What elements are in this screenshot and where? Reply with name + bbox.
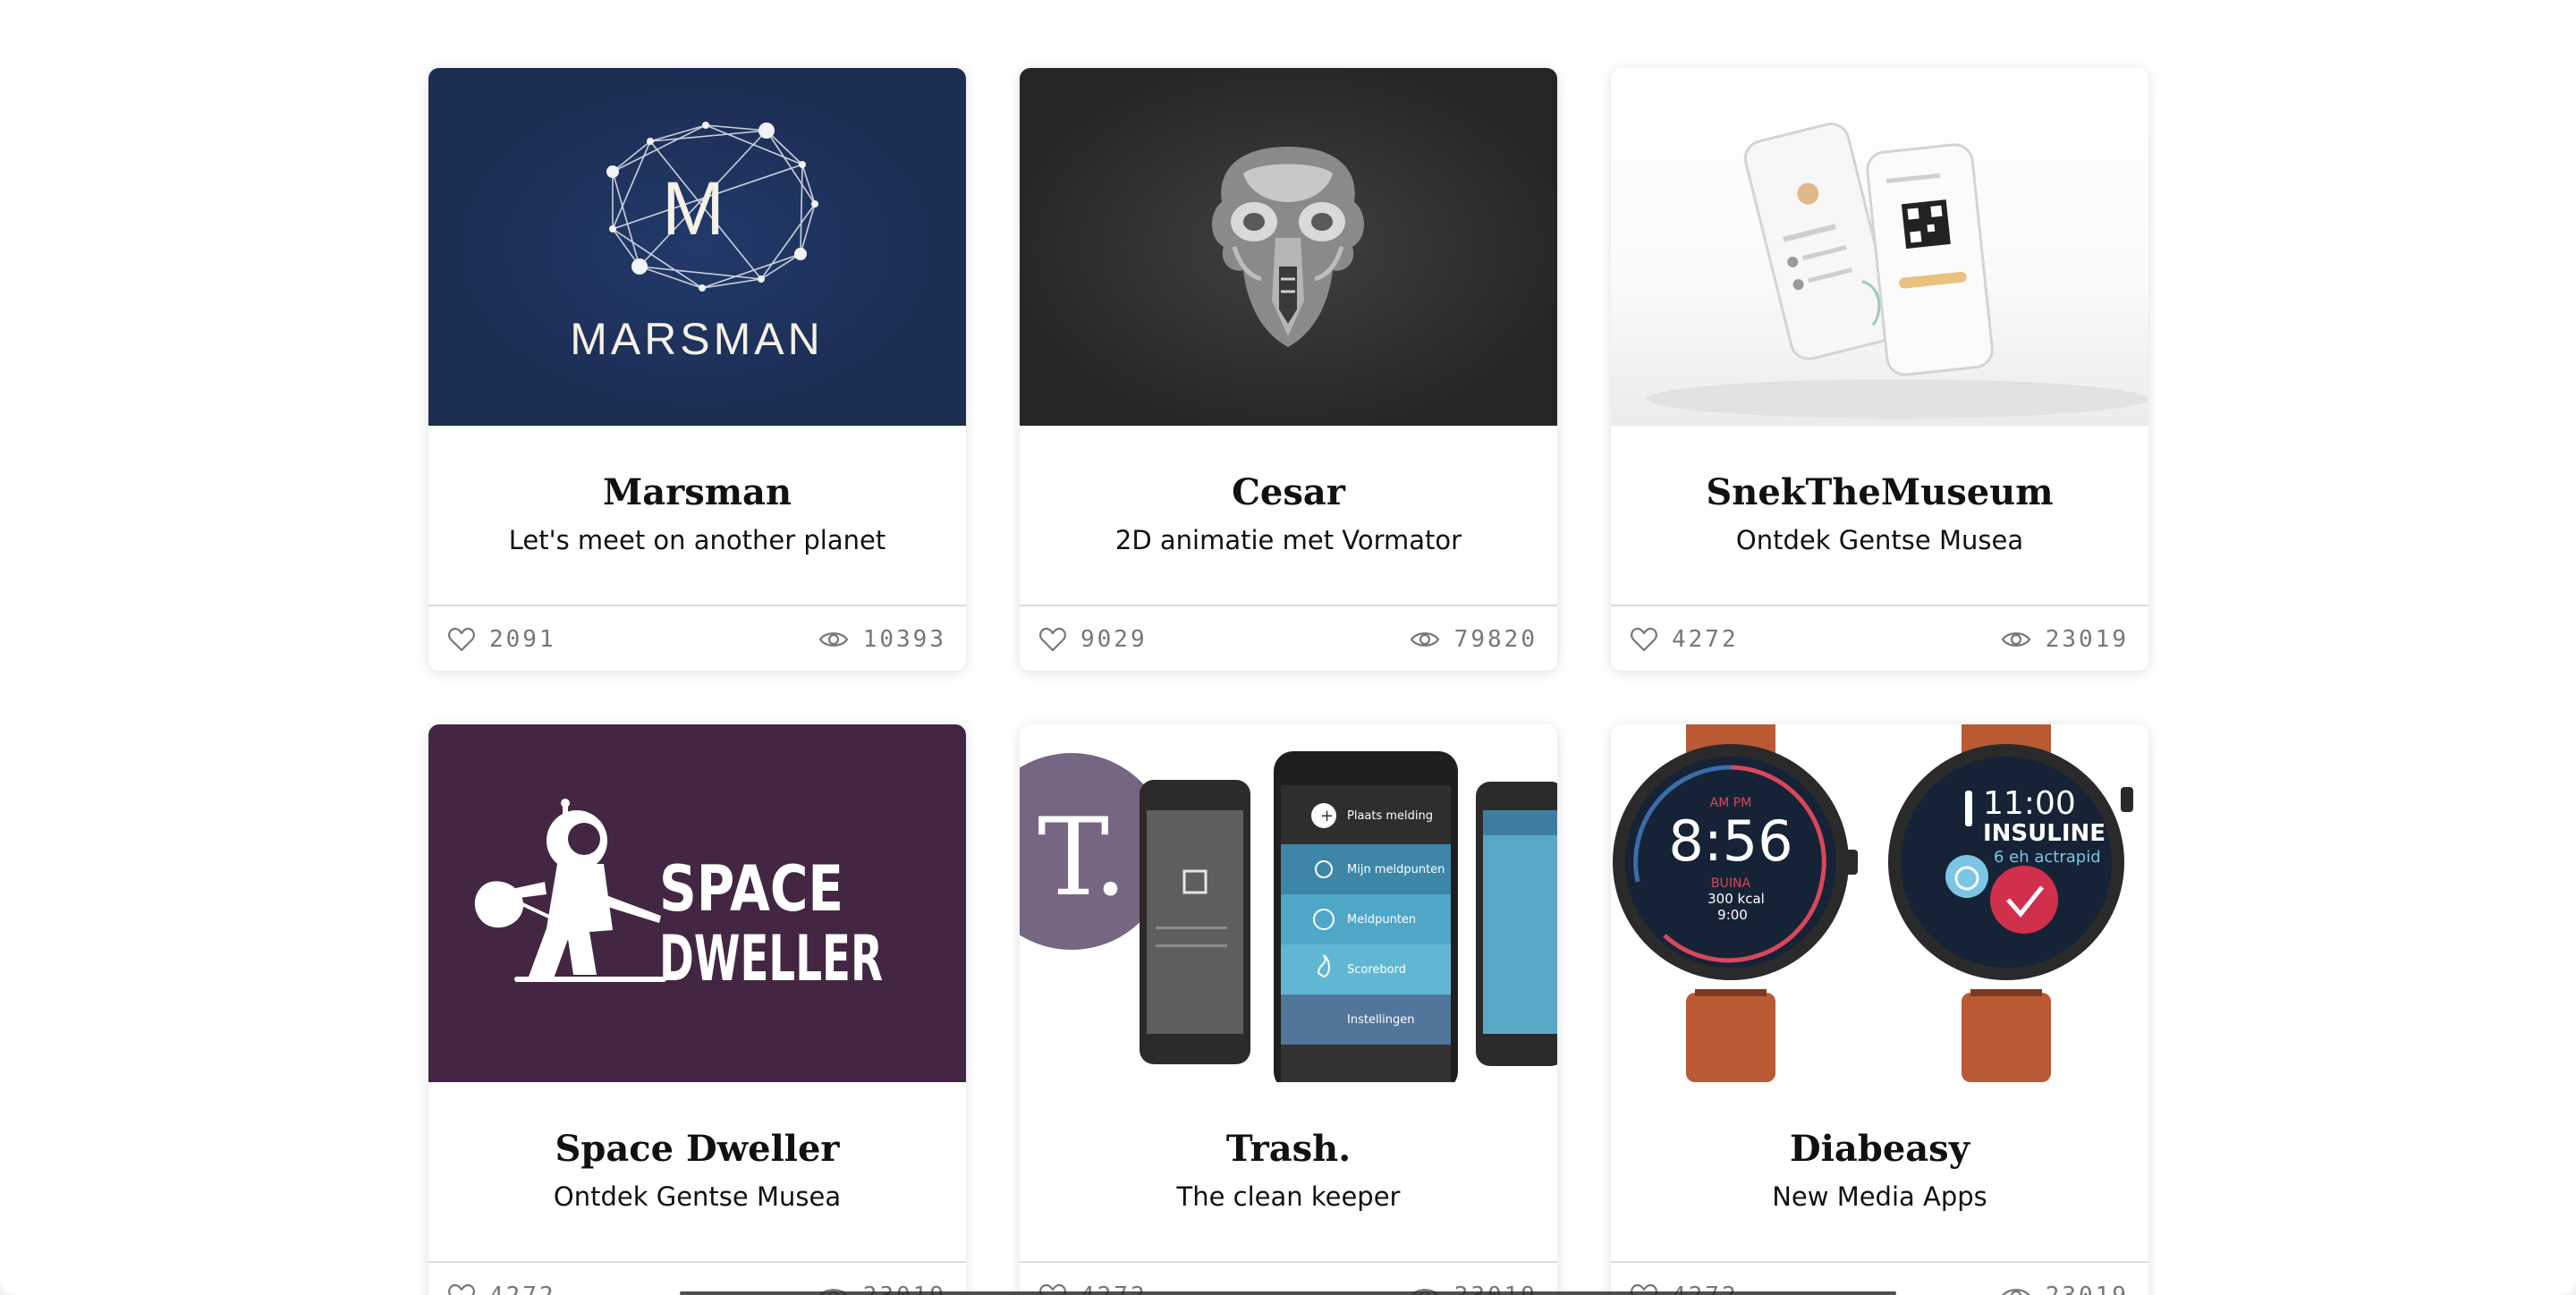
card-stats: 4272 23019 — [1611, 605, 2148, 671]
space-dweller-wordmark-2: DWELLER — [659, 922, 883, 995]
card-stats: 9029 79820 — [1020, 605, 1557, 671]
card-stats: 4272 23019 — [1020, 1261, 1557, 1295]
card-title[interactable]: Diabeasy — [1611, 1082, 2148, 1172]
space-dweller-wordmark-1: SPACE — [659, 852, 843, 926]
trash-logo-letter: T. — [1038, 796, 1128, 920]
heart-icon — [448, 1283, 475, 1295]
heart-icon — [1631, 627, 1657, 652]
horizontal-scrollbar[interactable] — [680, 1291, 1896, 1295]
heart-icon — [1039, 627, 1066, 652]
view-count-value: 79820 — [1453, 626, 1538, 653]
watch-left-kcal: 300 kcal — [1707, 891, 1765, 907]
project-image[interactable]: AM PM 8:56 BUINA 300 kcal 9:00 11:00 INS… — [1611, 724, 2148, 1082]
watch-right-label: INSULINE — [1983, 820, 2106, 847]
trash-app-mockup: T. + Plaats melding Mijn meldpunten Meld… — [1020, 751, 1557, 1082]
view-count-value: 23019 — [2046, 1282, 2129, 1295]
eye-icon — [2002, 1289, 2030, 1295]
project-grid: M MARSMAN Marsman Let's meet on another … — [428, 68, 2148, 1295]
like-count-value: 4272 — [489, 1282, 556, 1295]
trash-menu-item-3: Meldpunten — [1347, 913, 1416, 927]
marsman-wordmark: MARSMAN — [570, 314, 824, 364]
eye-icon — [2001, 632, 2031, 647]
project-card-space-dweller[interactable]: SPACE DWELLER Space Dweller Ontdek Gents… — [428, 724, 966, 1295]
smartwatch-mockups: AM PM 8:56 BUINA 300 kcal 9:00 11:00 INS… — [1613, 724, 2133, 1082]
trash-menu-item-5: Instellingen — [1347, 1013, 1415, 1027]
card-stats: 4272 23019 — [428, 1261, 966, 1295]
svg-text:+: + — [1320, 807, 1334, 825]
watch-right-time: 11:00 — [1983, 785, 2076, 822]
card-subtitle: Ontdek Gentse Musea — [553, 1181, 842, 1212]
card-info: Diabeasy New Media Apps — [1611, 1082, 2148, 1261]
marsman-logo: M MARSMAN — [570, 122, 824, 364]
watch-left-label: BUINA — [1711, 876, 1750, 891]
card-subtitle: The clean keeper — [1176, 1181, 1401, 1212]
phone-mockups — [1647, 123, 2148, 419]
card-info: SnekTheMuseum Ontdek Gentse Musea — [1611, 426, 2148, 605]
project-image[interactable] — [1611, 68, 2148, 426]
project-card-diabeasy[interactable]: AM PM 8:56 BUINA 300 kcal 9:00 11:00 INS… — [1611, 724, 2148, 1295]
like-count[interactable]: 2091 — [448, 626, 556, 653]
card-info: Cesar 2D animatie met Vormator — [1020, 426, 1557, 605]
view-count: 79820 — [1410, 626, 1538, 653]
space-dweller-logo: SPACE DWELLER — [474, 799, 883, 995]
card-title[interactable]: Space Dweller — [428, 1082, 966, 1172]
card-stats: 4272 23019 — [1611, 1261, 2148, 1295]
card-stats: 2091 10393 — [428, 605, 966, 671]
card-info: Marsman Let's meet on another planet — [428, 426, 966, 605]
project-image[interactable] — [1020, 68, 1557, 426]
project-card-snekthemuseum[interactable]: SnekTheMuseum Ontdek Gentse Musea 4272 2… — [1611, 68, 2148, 671]
marsman-logo-letter: M — [662, 166, 724, 250]
heart-icon — [448, 627, 475, 652]
card-title[interactable]: Cesar — [1020, 426, 1557, 515]
card-info: Space Dweller Ontdek Gentse Musea — [428, 1082, 966, 1261]
view-count: 23019 — [2001, 626, 2129, 653]
trash-menu-item-2: Mijn meldpunten — [1347, 863, 1445, 876]
like-count[interactable]: 4272 — [1631, 626, 1739, 653]
watch-left-time: 8:56 — [1668, 808, 1792, 874]
trash-menu-item-4: Scorebord — [1347, 963, 1406, 977]
trash-menu-item-1: Plaats melding — [1347, 809, 1433, 823]
card-title[interactable]: SnekTheMuseum — [1611, 426, 2148, 515]
page: M MARSMAN Marsman Let's meet on another … — [0, 0, 2576, 1295]
card-title[interactable]: Trash. — [1020, 1082, 1557, 1172]
like-count-value: 9029 — [1080, 626, 1148, 653]
skull-illustration — [1212, 147, 1364, 347]
like-count-value: 4272 — [1672, 626, 1739, 653]
like-count-value: 2091 — [489, 626, 556, 653]
project-card-trash[interactable]: T. + Plaats melding Mijn meldpunten Meld… — [1020, 724, 1557, 1295]
eye-icon — [1410, 632, 1440, 647]
like-count[interactable]: 4272 — [448, 1282, 556, 1295]
card-subtitle: New Media Apps — [1772, 1181, 1987, 1212]
watch-right-dose: 6 eh actrapid — [1994, 848, 2101, 867]
view-count: 10393 — [818, 626, 946, 653]
eye-icon — [818, 632, 849, 647]
project-image[interactable]: M MARSMAN — [428, 68, 966, 426]
card-title[interactable]: Marsman — [428, 426, 966, 515]
project-card-marsman[interactable]: M MARSMAN Marsman Let's meet on another … — [428, 68, 966, 671]
project-image[interactable]: SPACE DWELLER — [428, 724, 966, 1082]
card-subtitle: Ontdek Gentse Musea — [1735, 525, 2024, 555]
card-subtitle: 2D animatie met Vormator — [1114, 525, 1462, 555]
watch-left-time2: 9:00 — [1717, 907, 1748, 923]
project-card-cesar[interactable]: Cesar 2D animatie met Vormator 9029 7982… — [1020, 68, 1557, 671]
view-count-value: 10393 — [862, 626, 946, 653]
view-count: 23019 — [2001, 1282, 2129, 1295]
like-count[interactable]: 9029 — [1039, 626, 1148, 653]
view-count-value: 23019 — [2045, 626, 2129, 653]
card-info: Trash. The clean keeper — [1020, 1082, 1557, 1261]
project-image[interactable]: T. + Plaats melding Mijn meldpunten Meld… — [1020, 724, 1557, 1082]
card-subtitle: Let's meet on another planet — [508, 525, 886, 555]
